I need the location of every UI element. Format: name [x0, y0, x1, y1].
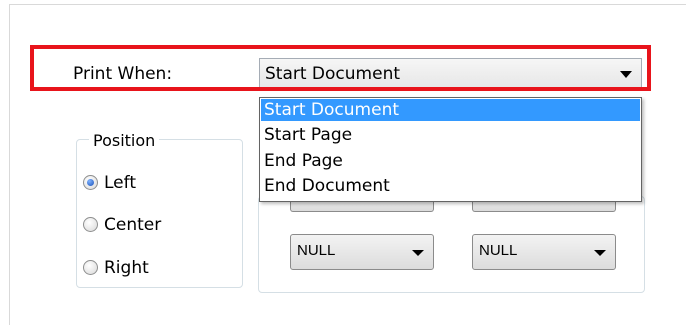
radio-button[interactable] [83, 260, 98, 275]
chevron-down-icon[interactable] [594, 250, 606, 256]
null-combobox-2[interactable]: NULL [472, 234, 616, 270]
radio-label-left: Left [104, 173, 136, 193]
null-combobox-1[interactable]: NULL [290, 234, 434, 270]
position-legend: Position [89, 131, 160, 150]
highlight-box [30, 45, 651, 91]
radio-center[interactable]: Center [83, 214, 233, 238]
radio-label-center: Center [104, 215, 162, 235]
radio-left[interactable]: Left [83, 172, 233, 196]
null-combobox-value: NULL [479, 242, 518, 259]
dropdown-option-start-page[interactable]: Start Page [261, 124, 640, 146]
print-when-dropdown-list: Start Document Start Page End Page End D… [259, 97, 642, 202]
radio-button-checked[interactable] [83, 175, 98, 190]
radio-button[interactable] [83, 217, 98, 232]
chevron-down-icon[interactable] [412, 250, 424, 256]
dropdown-option-start-document[interactable]: Start Document [261, 99, 640, 121]
radio-right[interactable]: Right [83, 257, 233, 281]
null-combobox-value: NULL [297, 242, 336, 259]
radio-label-right: Right [104, 258, 149, 278]
dropdown-option-end-page[interactable]: End Page [261, 150, 640, 172]
dropdown-option-end-document[interactable]: End Document [261, 175, 640, 197]
